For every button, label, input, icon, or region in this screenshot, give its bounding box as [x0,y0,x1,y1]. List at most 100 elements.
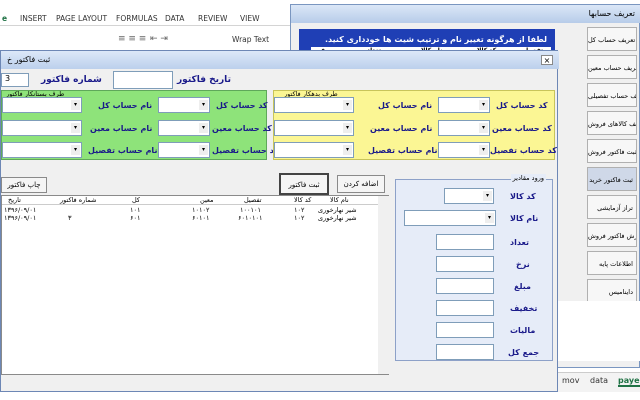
debtor-specific-code-combo[interactable]: ▾ [438,120,490,136]
chevron-down-icon: ▾ [343,123,352,133]
define-detail-account-button[interactable]: تعریف حساب تفصیلی [587,83,637,107]
creditor-detail-name-combo[interactable]: ▾ [2,142,82,158]
creditor-specific-code-label: کد حساب معین [212,124,272,133]
close-icon[interactable]: × [541,55,553,65]
creditor-detail-code-combo[interactable]: ▾ [158,142,210,158]
debtor-general-name-combo[interactable]: ▾ [274,97,354,113]
grid-header: تاریخ [8,196,21,204]
amount-input[interactable] [436,278,494,294]
creditor-specific-name-label: نام حساب معین [90,124,153,133]
wrap-text-button[interactable]: Wrap Text [232,35,269,44]
sheet-tab-paye[interactable]: paye [618,376,640,387]
purchase-invoice-button[interactable]: ثبت فاکتور خرید [587,167,637,191]
grid-header: تفصیل [244,196,262,204]
creditor-panel: طرف بستانکار فاکتور ▾ نام حساب کل ▾ کد ح… [1,90,279,160]
debtor-general-code-combo[interactable]: ▾ [438,97,490,113]
amount-label: مبلغ [514,282,531,291]
define-general-account-button[interactable]: تعریف حساب کل [587,27,637,51]
tab-view[interactable]: VIEW [240,14,260,23]
accounts-dialog-blank-area [553,301,640,361]
creditor-detail-code-label: کد حساب تفصیل [212,146,279,155]
rate-input[interactable] [436,256,494,272]
dynamics-button[interactable]: داینامیس [587,279,637,303]
debtor-general-code-label: کد حساب کل [496,101,548,110]
debtor-general-name-label: نام حساب کل [378,101,433,110]
value-entry-frame: ورود مقادیر ▾ کد کالا ▾ نام کالا تعداد ن… [395,174,553,361]
invoice-date-input[interactable] [113,71,173,89]
debtor-specific-name-combo[interactable]: ▾ [274,120,354,136]
grid-vertical-scrollbar[interactable] [378,196,389,374]
creditor-general-name-combo[interactable]: ▾ [2,97,82,113]
tab-formulas[interactable]: FORMULAS [116,14,158,23]
grid-header: نام کالا [330,196,349,204]
product-name-combo[interactable]: ▾ [404,210,496,226]
align-icons[interactable]: ≡ ≡ ≡ [118,34,146,44]
purchase-invoice-dialog: ثبت فاکتور خ × 3 شماره فاکتور تاریخ فاکت… [0,50,559,392]
invoice-number-input[interactable]: 3 [1,73,29,87]
invoice-number-label: شماره فاکتور [41,75,102,85]
product-code-combo[interactable]: ▾ [444,188,494,204]
chevron-down-icon: ▾ [479,100,488,110]
chevron-down-icon: ▾ [343,145,352,155]
chevron-down-icon: ▾ [483,191,492,201]
value-entry-caption: ورود مقادیر [510,174,546,182]
define-sales-goods-button[interactable]: تعریف کالاهای فروش [587,111,637,135]
print-invoice-button[interactable]: چاپ فاکتور [1,177,47,193]
sheet-tab-mov[interactable]: mov [562,376,579,385]
chevron-down-icon: ▾ [199,123,208,133]
creditor-general-code-combo[interactable]: ▾ [158,97,210,113]
chevron-down-icon: ▾ [199,100,208,110]
debtor-detail-code-label: کد حساب تفصیل [490,146,557,155]
trial-balance-button[interactable]: تراز آزمایشی [587,195,637,219]
discount-input[interactable] [436,300,494,316]
dialog-titlebar: ثبت فاکتور خ × [1,51,559,69]
tab-review[interactable]: REVIEW [198,14,227,23]
debtor-detail-name-combo[interactable]: ▾ [274,142,354,158]
debtor-detail-name-label: نام حساب تفصیل [368,146,438,155]
debtor-panel: طرف بدهکار فاکتور ▾ نام حساب کل ▾ کد حسا… [273,90,557,160]
creditor-specific-name-combo[interactable]: ▾ [2,120,82,136]
chevron-down-icon: ▾ [71,100,80,110]
dialog-title: ثبت فاکتور خ [7,55,51,64]
grid-header: کد کالا [294,196,312,204]
accounts-dialog-titlebar: تعريف حسابها [291,5,640,23]
chevron-down-icon: ▾ [71,145,80,155]
product-code-label: کد کالا [510,192,536,201]
invoice-items-grid[interactable]: تاریخ شماره فاکتور کل معین تفصیل کد کالا… [1,195,389,375]
tab-insert[interactable]: INSERT [20,14,47,23]
debtor-specific-code-label: کد حساب معین [492,124,552,133]
indent-icons[interactable]: ⇤ ⇥ [150,34,168,44]
creditor-general-code-label: کد حساب کل [216,101,268,110]
rate-label: نرخ [516,260,530,269]
creditor-general-name-label: نام حساب کل [98,101,153,110]
tab-page-layout[interactable]: PAGE LAYOUT [56,14,107,23]
creditor-detail-name-label: نام حساب تفصیل [88,146,158,155]
debtor-specific-name-label: نام حساب معین [370,124,433,133]
chevron-down-icon: ▾ [485,213,494,223]
sheet-tab-data[interactable]: data [590,376,608,385]
sales-invoice-button[interactable]: ثبت فاکتور فروش [587,139,637,163]
sales-invoice-report-button[interactable]: گزارش فاکتور فروش [587,223,637,247]
tax-input[interactable] [436,322,494,338]
grid-header: کل [132,196,141,204]
add-item-button[interactable]: اضافه کردن [337,175,385,193]
chevron-down-icon: ▾ [479,123,488,133]
accounts-dialog-title: تعريف حسابها [588,9,635,18]
quantity-input[interactable] [436,234,494,250]
chevron-down-icon: ▾ [479,145,488,155]
chevron-down-icon: ▾ [71,123,80,133]
base-info-button[interactable]: اطلاعات پایه [587,251,637,275]
register-invoice-button[interactable]: ثبت فاکتور [279,173,329,195]
debtor-detail-code-combo[interactable]: ▾ [438,142,490,158]
chevron-down-icon: ▾ [199,145,208,155]
define-specific-account-button[interactable]: تعریف حساب معین [587,55,637,79]
grid-header: شماره فاکتور [60,196,97,204]
creditor-specific-code-combo[interactable]: ▾ [158,120,210,136]
chevron-down-icon: ▾ [343,100,352,110]
total-input[interactable] [436,344,494,360]
product-name-label: نام کالا [510,214,539,223]
tab-home[interactable]: e [2,14,7,23]
tab-data[interactable]: DATA [165,14,184,23]
tax-label: مالیات [510,326,536,335]
grid-header: معین [200,196,214,204]
